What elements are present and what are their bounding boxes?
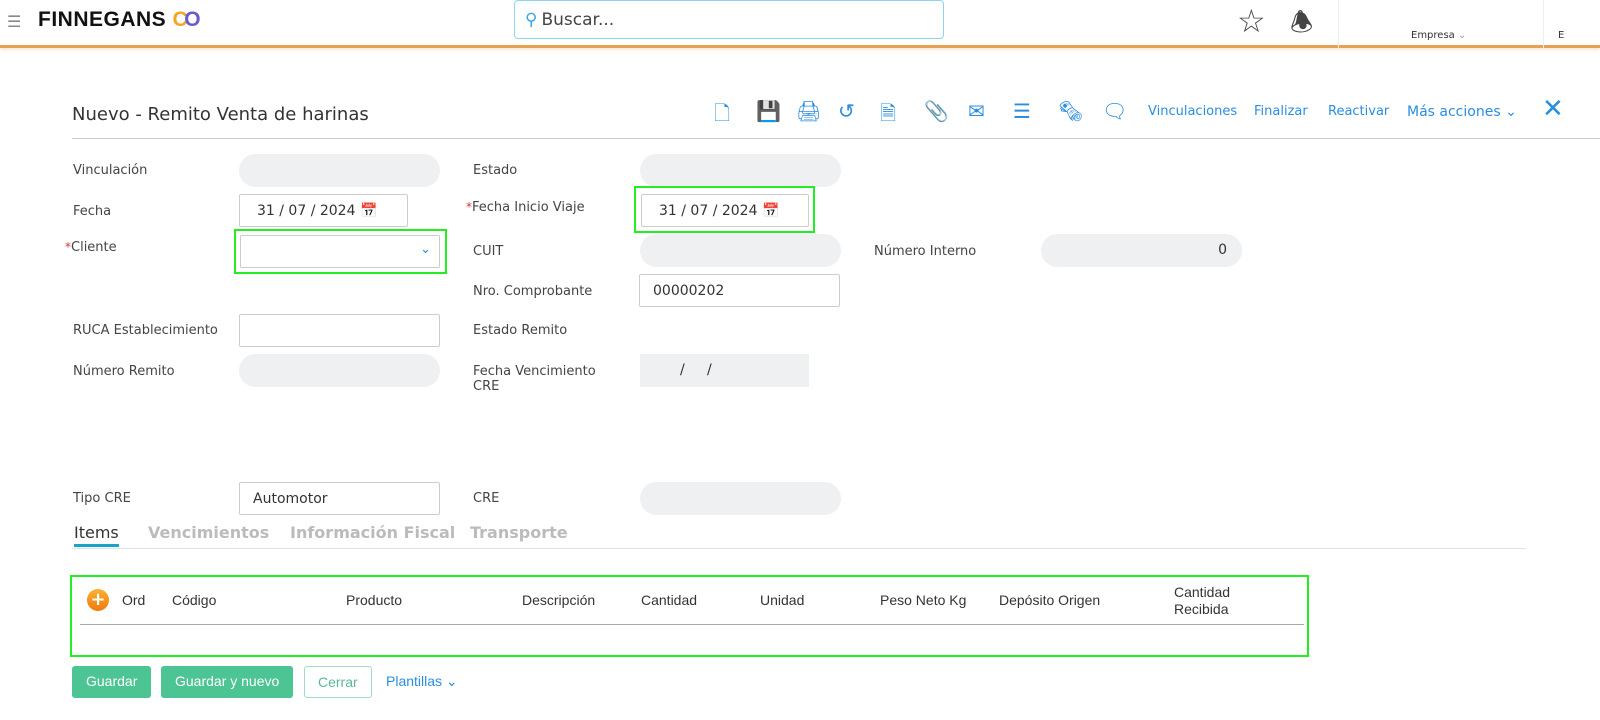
fecha-vencimiento-cre-field: / / — [640, 354, 809, 387]
search-input[interactable]: ⚲ Buscar... — [514, 0, 944, 39]
estado-field — [640, 154, 841, 187]
cre-label: CRE — [473, 491, 500, 506]
chevron-down-icon: ⌄ — [420, 242, 431, 257]
vinculacion-field — [239, 154, 440, 187]
bell-icon[interactable]: 🕭 — [1290, 4, 1313, 48]
mail-icon[interactable]: ✉ — [968, 99, 985, 123]
tab-transporte[interactable]: Transporte — [470, 523, 568, 542]
vinculaciones-link[interactable]: Vinculaciones — [1148, 104, 1237, 119]
search-icon: ⚲ — [525, 10, 538, 30]
items-table — [70, 575, 1309, 657]
chevron-down-icon: ⌄ — [445, 673, 458, 689]
estado-label: Estado — [473, 163, 518, 178]
vinculacion-label: Vinculación — [73, 163, 148, 178]
reactivar-link[interactable]: Reactivar — [1328, 104, 1389, 119]
plantillas-menu[interactable]: Plantillas ⌄ — [372, 666, 472, 698]
menu-icon[interactable]: ☰ — [7, 12, 21, 31]
comment-icon[interactable]: 🗨 — [1102, 99, 1127, 123]
tabs-divider — [72, 548, 1526, 549]
estado-remito-label: Estado Remito — [473, 323, 568, 338]
save-icon[interactable]: 💾 — [756, 99, 781, 123]
attachment-icon[interactable]: 📎 — [924, 99, 949, 123]
numero-remito-field — [239, 354, 440, 387]
column-header-cantidad: Cantidad — [641, 592, 698, 608]
calendar-icon[interactable]: 📅 — [762, 203, 779, 219]
column-header-descripcion: Descripción — [522, 592, 596, 608]
new-document-icon[interactable]: 🗋 — [714, 99, 730, 133]
column-header-deposito-origen: Depósito Origen — [999, 592, 1101, 608]
finalizar-link[interactable]: Finalizar — [1254, 104, 1308, 119]
fecha-inicio-viaje-input[interactable]: 31 / 07 / 2024 📅 — [641, 194, 809, 227]
divider — [1338, 0, 1339, 48]
next-selector[interactable]: E — [1558, 30, 1564, 41]
star-icon[interactable]: ☆ — [1237, 2, 1266, 40]
title-divider — [72, 138, 1600, 139]
checklist-icon[interactable]: ☰ — [1013, 99, 1031, 123]
mas-acciones-menu[interactable]: Más acciones ⌄ — [1407, 104, 1517, 120]
numero-interno-field: 0 — [1041, 234, 1242, 267]
cuit-label: CUIT — [473, 244, 504, 259]
numero-remito-label: Número Remito — [73, 364, 175, 379]
tab-items[interactable]: Items — [74, 523, 119, 547]
cliente-label: *Cliente — [65, 240, 117, 255]
logo[interactable]: FINNEGANS CO — [38, 8, 201, 32]
ruca-label: RUCA Establecimiento — [73, 323, 218, 338]
fecha-input[interactable]: 31 / 07 / 2024 📅 — [239, 194, 408, 227]
tipo-cre-label: Tipo CRE — [73, 491, 131, 506]
guardar-y-nuevo-button[interactable]: Guardar y nuevo — [161, 666, 294, 698]
cuit-field — [640, 234, 841, 267]
column-header-ord: Ord — [122, 592, 146, 608]
nro-comprobante-input[interactable]: 00000202 — [639, 274, 840, 307]
numero-interno-label: Número Interno — [874, 244, 977, 259]
fecha-inicio-viaje-label: *Fecha Inicio Viaje — [466, 200, 585, 215]
logo-mark-o: O — [184, 8, 202, 31]
print-icon[interactable]: 🖨 — [796, 99, 821, 123]
empresa-selector[interactable]: Empresa ⌄ — [1411, 30, 1466, 41]
close-icon[interactable]: ✕ — [1542, 94, 1564, 124]
column-header-codigo: Código — [172, 592, 217, 608]
top-bar: ☰ FINNEGANS CO ⚲ Buscar... ☆ 🕭 Empresa ⌄ … — [0, 0, 1600, 48]
guardar-button[interactable]: Guardar — [72, 666, 152, 698]
tab-informacion-fiscal[interactable]: Información Fiscal — [290, 523, 455, 542]
table-header-divider — [80, 624, 1304, 625]
nro-comprobante-label: Nro. Comprobante — [473, 284, 593, 299]
tipo-cre-input[interactable]: Automotor — [239, 482, 440, 515]
tab-vencimientos[interactable]: Vencimientos — [148, 523, 269, 542]
column-header-producto: Producto — [346, 592, 403, 608]
fecha-vencimiento-cre-label: Fecha Vencimiento CRE — [473, 364, 596, 394]
add-row-icon[interactable]: + — [87, 589, 109, 611]
report-icon[interactable]: 🗞 — [1058, 99, 1083, 123]
ruca-input[interactable] — [239, 314, 440, 347]
cerrar-button[interactable]: Cerrar — [304, 666, 372, 698]
calendar-icon[interactable]: 📅 — [360, 203, 377, 219]
column-header-unidad: Unidad — [760, 592, 805, 608]
document-a-icon[interactable]: 🗎 — [880, 99, 896, 133]
page-title: Nuevo - Remito Venta de harinas — [72, 104, 369, 125]
chevron-down-icon: ⌄ — [1505, 104, 1517, 120]
history-icon[interactable]: ↺ — [838, 99, 855, 123]
cre-field — [640, 482, 841, 515]
chevron-down-icon: ⌄ — [1457, 30, 1467, 41]
column-header-cantidad-recibida: Cantidad Recibida — [1174, 584, 1231, 617]
divider — [1543, 0, 1544, 48]
cliente-select[interactable]: ⌄ — [240, 235, 440, 268]
fecha-label: Fecha — [73, 204, 112, 219]
column-header-peso-neto: Peso Neto Kg — [880, 592, 967, 608]
